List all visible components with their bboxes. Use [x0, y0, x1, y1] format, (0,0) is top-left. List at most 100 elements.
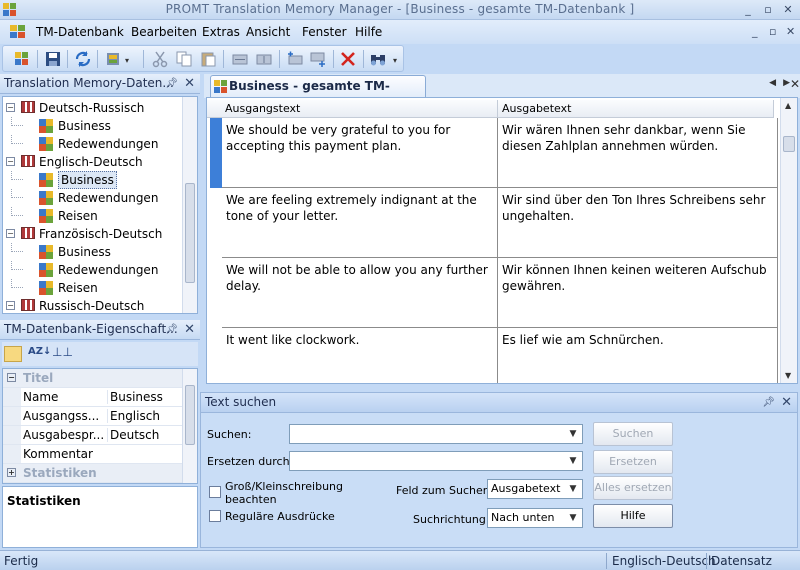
copy-icon[interactable] — [175, 50, 193, 68]
column-header-target[interactable]: Ausgabetext — [498, 100, 774, 118]
scroll-up-icon[interactable]: ▲ — [785, 101, 791, 110]
property-row[interactable]: Ausgabespr... Deutsch — [3, 426, 183, 445]
new-database-icon[interactable] — [13, 50, 31, 68]
mdi-close-button[interactable]: ✕ — [786, 25, 795, 38]
tree-database-node[interactable]: Reisen — [3, 207, 183, 225]
chevron-down-icon[interactable]: ▼ — [566, 511, 580, 525]
target-cell[interactable]: Es lief wie am Schnürchen. — [498, 328, 778, 383]
tree-scrollbar[interactable] — [182, 97, 197, 313]
target-cell[interactable]: Wir können Ihnen keinen weiteren Aufschu… — [498, 258, 778, 328]
menu-bearbeiten[interactable]: Bearbeiten — [131, 25, 197, 39]
scroll-down-icon[interactable]: ▼ — [785, 371, 791, 380]
toolbar-overflow-icon[interactable]: ▾ — [393, 56, 397, 65]
property-value[interactable]: Deutsch — [107, 428, 159, 442]
tree-database-node[interactable]: Business — [3, 171, 183, 189]
find-icon[interactable] — [369, 50, 387, 68]
regex-checkbox[interactable] — [209, 510, 221, 522]
target-cell[interactable]: Wir wären Ihnen sehr dankbar, wenn Sie d… — [498, 118, 778, 188]
import-icon[interactable] — [105, 50, 123, 68]
tree-language-node[interactable]: − Englisch-Deutsch — [3, 153, 183, 171]
minimize-button[interactable]: _ — [740, 2, 756, 17]
pin-icon[interactable]: 📌︎ — [165, 74, 178, 93]
menu-ansicht[interactable]: Ansicht — [246, 25, 290, 39]
dropdown-arrow-icon[interactable]: ▾ — [125, 56, 129, 65]
close-icon[interactable]: ✕ — [184, 320, 195, 339]
search-input[interactable]: ▼ — [289, 424, 583, 444]
source-cell[interactable]: We will not be able to allow you any fur… — [222, 258, 498, 328]
tree-database-node[interactable]: Business — [3, 243, 183, 261]
property-row[interactable]: Ausgangss... Englisch — [3, 407, 183, 426]
mdi-minimize-button[interactable]: _ — [752, 25, 758, 38]
case-sensitive-checkbox[interactable] — [209, 486, 221, 498]
chevron-down-icon[interactable]: ▼ — [566, 427, 580, 441]
alphabetical-icon[interactable]: AZ↓ — [28, 346, 51, 357]
categorized-icon[interactable] — [4, 346, 22, 362]
menu-hilfe[interactable]: Hilfe — [355, 25, 382, 39]
record-first-icon[interactable] — [231, 50, 249, 68]
paste-icon[interactable] — [199, 50, 217, 68]
source-cell[interactable]: It went like clockwork. — [222, 328, 498, 383]
append-row-icon[interactable] — [309, 50, 327, 68]
record-last-icon[interactable] — [255, 50, 273, 68]
pin-icon[interactable]: 📌︎ — [762, 393, 775, 412]
source-cell[interactable]: We are feeling extremely indignant at th… — [222, 188, 498, 258]
property-row[interactable]: Name Business — [3, 388, 183, 407]
search-field-label: Feld zum Suchen: — [396, 484, 494, 497]
tab-business[interactable]: Business - gesamte TM-Datenbank — [210, 75, 426, 113]
menu-extras[interactable]: Extras — [202, 25, 240, 39]
tree-database-node[interactable]: Redewendungen — [3, 135, 183, 153]
property-pages-icon[interactable]: ⊥⊥ — [52, 345, 73, 359]
tree-database-node[interactable]: Business — [3, 117, 183, 135]
collapse-icon[interactable]: − — [6, 301, 15, 310]
scroll-thumb[interactable] — [185, 183, 195, 283]
replace-button[interactable]: Ersetzen — [593, 450, 673, 474]
tree-database-node[interactable]: Reisen — [3, 279, 183, 297]
replace-all-button[interactable]: Alles ersetzen — [593, 476, 673, 500]
replace-input[interactable]: ▼ — [289, 451, 583, 471]
search-button[interactable]: Suchen — [593, 422, 673, 446]
refresh-icon[interactable] — [74, 50, 92, 68]
property-value[interactable]: Business — [107, 390, 163, 404]
tree-language-node[interactable]: − Französisch-Deutsch — [3, 225, 183, 243]
chevron-down-icon[interactable]: ▼ — [566, 454, 580, 468]
property-category-titel[interactable]: − Titel — [3, 369, 183, 388]
property-category-statistiken[interactable]: + Statistiken — [3, 464, 183, 483]
expand-icon[interactable]: + — [7, 468, 16, 477]
tree-language-node[interactable]: − Russisch-Deutsch — [3, 297, 183, 313]
tree-database-node[interactable]: Redewendungen — [3, 189, 183, 207]
delete-icon[interactable] — [339, 50, 357, 68]
target-cell[interactable]: Wir sind über den Ton Ihres Schreibens s… — [498, 188, 778, 258]
menu-fenster[interactable]: Fenster — [302, 25, 347, 39]
column-header-source[interactable]: Ausgangstext — [207, 100, 498, 118]
scroll-thumb[interactable] — [185, 385, 195, 445]
collapse-icon[interactable]: − — [7, 373, 16, 382]
props-scrollbar[interactable] — [182, 369, 197, 483]
close-icon[interactable]: ✕ — [184, 74, 195, 93]
mdi-restore-button[interactable]: ▫ — [769, 25, 776, 38]
scroll-thumb[interactable] — [783, 136, 795, 152]
search-field-select[interactable]: Ausgabetext ▼ — [487, 479, 583, 499]
menu-tm-datenbank[interactable]: TM-Datenbank — [36, 25, 124, 39]
row-selector[interactable] — [210, 118, 222, 188]
close-icon[interactable]: ✕ — [781, 393, 792, 412]
collapse-icon[interactable]: − — [6, 229, 15, 238]
chevron-down-icon[interactable]: ▼ — [566, 482, 580, 496]
property-value[interactable]: Englisch — [107, 409, 160, 423]
close-button[interactable]: ✕ — [780, 2, 796, 17]
direction-select[interactable]: Nach unten ▼ — [487, 508, 583, 528]
source-cell[interactable]: We should be very grateful to you for ac… — [222, 118, 498, 188]
collapse-icon[interactable]: − — [6, 157, 15, 166]
save-icon[interactable] — [44, 50, 62, 68]
insert-row-icon[interactable] — [286, 50, 304, 68]
grid-scrollbar[interactable]: ▲ ▼ — [780, 98, 797, 383]
tab-scroll-left-icon[interactable]: ◀ — [769, 78, 776, 88]
tree-language-node[interactable]: − Deutsch-Russisch — [3, 99, 183, 117]
help-button[interactable]: Hilfe — [593, 504, 673, 528]
maximize-button[interactable]: ▫ — [760, 2, 776, 17]
close-document-icon[interactable]: ✕ — [790, 77, 800, 91]
cut-icon[interactable] — [151, 50, 169, 68]
pin-icon[interactable]: 📌︎ — [165, 320, 178, 339]
property-row[interactable]: Kommentar — [3, 445, 183, 464]
collapse-icon[interactable]: − — [6, 103, 15, 112]
tree-database-node[interactable]: Redewendungen — [3, 261, 183, 279]
